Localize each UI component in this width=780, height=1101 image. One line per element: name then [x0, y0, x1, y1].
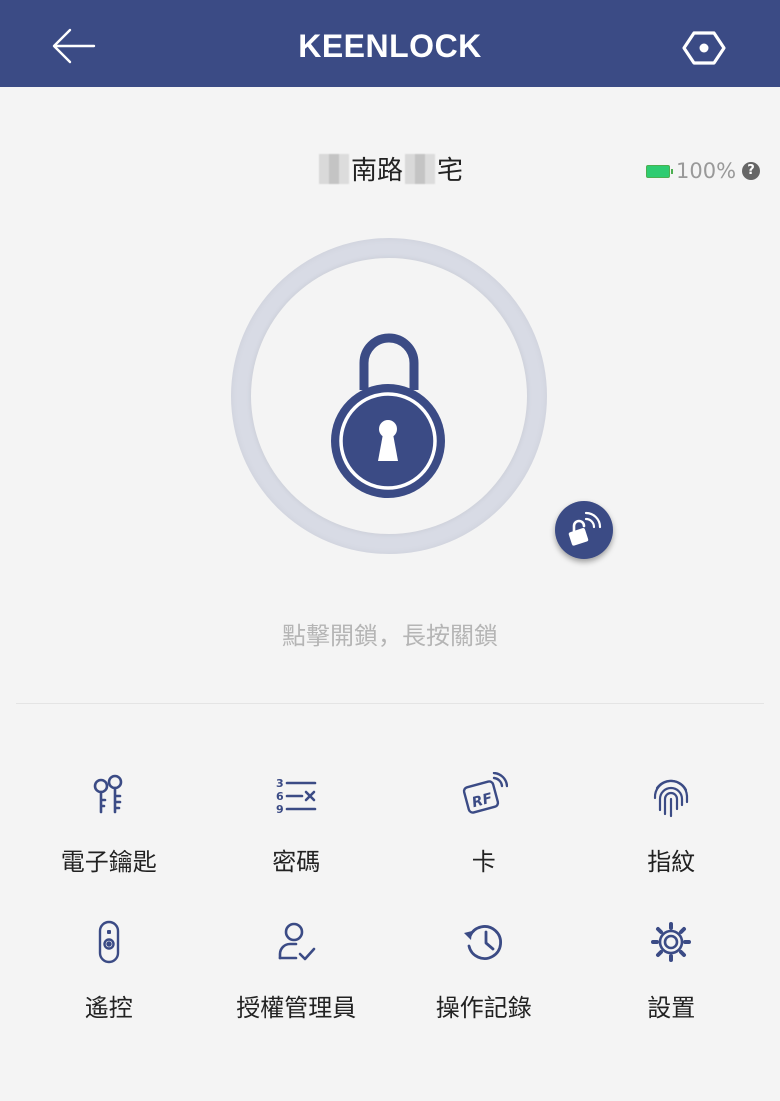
lock-name-part: 南路: [350, 156, 403, 186]
menu-item-label: 密碼: [272, 848, 321, 876]
menu-item-records[interactable]: 操作記錄: [390, 906, 578, 1052]
function-grid: 電子鑰匙 3 6 9 密碼 RF 卡 指紋 遙控 授權管理員 操作記錄 設置: [15, 760, 765, 1052]
fingerprint-icon: [654, 779, 689, 818]
redacted-block: [405, 154, 435, 184]
admin-user-icon: [278, 922, 316, 961]
battery-icon: [646, 164, 673, 178]
lock-name-part: 宅: [437, 156, 464, 186]
svg-text:6: 6: [276, 790, 284, 803]
svg-text:3: 3: [276, 777, 284, 790]
redacted-block: [318, 154, 349, 184]
remote-icon: [98, 920, 119, 964]
wireless-lock-icon: [568, 511, 602, 546]
lock-settings-button[interactable]: [682, 28, 726, 68]
battery-level: 100%: [676, 159, 737, 183]
remote-lock-button[interactable]: [555, 501, 613, 559]
divider: [16, 703, 764, 704]
gear-icon: [651, 922, 692, 962]
hexagon-icon: [682, 31, 726, 65]
keys-icon: [93, 774, 123, 814]
passcode-icon: 3 6 9: [276, 777, 317, 816]
rf-card-icon: RF: [462, 772, 508, 814]
menu-item-card[interactable]: RF 卡: [390, 760, 578, 906]
svg-text:9: 9: [276, 803, 284, 816]
menu-item-label: 卡: [471, 848, 496, 876]
menu-item-remote[interactable]: 遙控: [15, 906, 203, 1052]
menu-item-label: 授權管理員: [236, 994, 357, 1022]
menu-item-label: 設置: [647, 994, 696, 1022]
menu-item-settings[interactable]: 設置: [578, 906, 766, 1052]
help-icon[interactable]: ?: [742, 162, 761, 180]
lock-hint-text: 點擊開鎖，長按關鎖: [282, 622, 498, 650]
unlock-button[interactable]: [251, 258, 527, 534]
lock-button-ring: [231, 238, 547, 554]
padlock-icon: [331, 333, 445, 498]
menu-item-ekeys[interactable]: 電子鑰匙: [15, 760, 203, 906]
menu-item-passcode[interactable]: 3 6 9 密碼: [203, 760, 391, 906]
menu-item-label: 指紋: [647, 848, 696, 876]
app-header: KEENLOCK: [0, 0, 780, 87]
menu-item-label: 電子鑰匙: [60, 848, 157, 876]
battery-status: 100% ?: [646, 158, 761, 184]
app-title: KEENLOCK: [298, 28, 482, 64]
history-icon: [463, 925, 502, 960]
menu-item-authorized-admin[interactable]: 授權管理員: [203, 906, 391, 1052]
menu-item-label: 操作記錄: [435, 994, 532, 1022]
menu-item-fingerprint[interactable]: 指紋: [578, 760, 766, 906]
menu-item-label: 遙控: [84, 994, 133, 1022]
